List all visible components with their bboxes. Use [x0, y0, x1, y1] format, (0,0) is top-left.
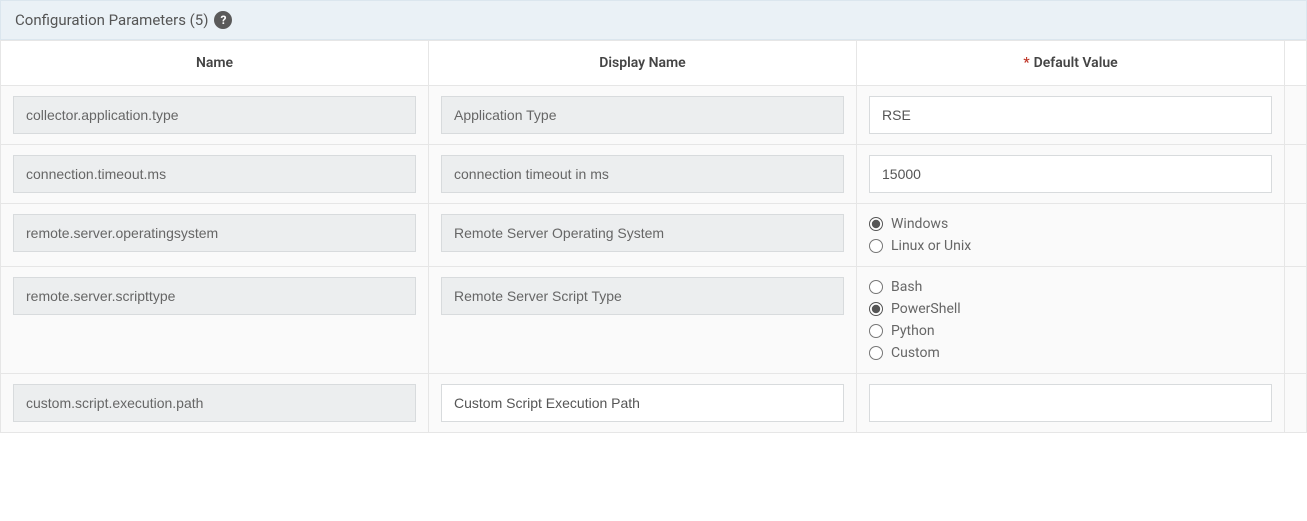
panel-header: Configuration Parameters (5) ?	[0, 0, 1307, 40]
radio-input[interactable]	[869, 239, 883, 253]
param-default-value-input[interactable]	[869, 155, 1272, 193]
radio-option[interactable]: Windows	[869, 216, 1272, 232]
param-display-name-input	[441, 96, 844, 134]
radio-label: Bash	[891, 279, 922, 295]
param-default-value-input[interactable]	[869, 384, 1272, 422]
cell-action	[1285, 86, 1307, 145]
param-name-input	[13, 155, 416, 193]
table-row: Bash PowerShell Python Custom	[1, 267, 1307, 374]
param-name-input	[13, 96, 416, 134]
table-row: Windows Linux or Unix	[1, 204, 1307, 267]
cell-name	[1, 267, 429, 374]
cell-name	[1, 145, 429, 204]
cell-name	[1, 374, 429, 433]
column-header-display-name: Display Name	[429, 41, 857, 86]
radio-option[interactable]: Custom	[869, 345, 1272, 361]
column-header-default-value: * Default Value	[857, 41, 1285, 86]
param-name-input	[13, 214, 416, 252]
table-row	[1, 374, 1307, 433]
radio-label: Windows	[891, 216, 948, 232]
param-default-value-radio-group: Bash PowerShell Python Custom	[869, 277, 1272, 363]
param-display-name-input	[441, 214, 844, 252]
param-display-name-input	[441, 155, 844, 193]
column-header-action	[1285, 41, 1307, 86]
cell-name	[1, 86, 429, 145]
radio-input[interactable]	[869, 217, 883, 231]
panel-title: Configuration Parameters (5)	[15, 11, 208, 29]
radio-input[interactable]	[869, 346, 883, 360]
cell-default-value	[857, 374, 1285, 433]
required-asterisk: *	[1023, 55, 1029, 71]
column-header-default-value-text: Default Value	[1034, 55, 1118, 71]
param-name-input	[13, 384, 416, 422]
table-row	[1, 86, 1307, 145]
cell-default-value: Windows Linux or Unix	[857, 204, 1285, 267]
radio-label: Linux or Unix	[891, 238, 971, 254]
param-display-name-input[interactable]	[441, 384, 844, 422]
cell-action	[1285, 145, 1307, 204]
radio-option[interactable]: PowerShell	[869, 301, 1272, 317]
radio-option[interactable]: Bash	[869, 279, 1272, 295]
cell-default-value	[857, 86, 1285, 145]
radio-option[interactable]: Linux or Unix	[869, 238, 1272, 254]
column-header-name: Name	[1, 41, 429, 86]
radio-label: Custom	[891, 345, 940, 361]
cell-display-name	[429, 267, 857, 374]
radio-option[interactable]: Python	[869, 323, 1272, 339]
cell-default-value	[857, 145, 1285, 204]
radio-label: Python	[891, 323, 935, 339]
config-parameters-table: Name Display Name * Default Value Windows…	[0, 40, 1307, 433]
cell-action	[1285, 374, 1307, 433]
radio-input[interactable]	[869, 324, 883, 338]
param-display-name-input	[441, 277, 844, 315]
param-default-value-radio-group: Windows Linux or Unix	[869, 214, 1272, 256]
cell-display-name	[429, 374, 857, 433]
cell-action	[1285, 267, 1307, 374]
radio-label: PowerShell	[891, 301, 961, 317]
cell-default-value: Bash PowerShell Python Custom	[857, 267, 1285, 374]
cell-action	[1285, 204, 1307, 267]
cell-display-name	[429, 145, 857, 204]
param-default-value-input[interactable]	[869, 96, 1272, 134]
help-icon[interactable]: ?	[214, 11, 232, 29]
radio-input[interactable]	[869, 280, 883, 294]
cell-name	[1, 204, 429, 267]
cell-display-name	[429, 86, 857, 145]
radio-input[interactable]	[869, 302, 883, 316]
table-row	[1, 145, 1307, 204]
cell-display-name	[429, 204, 857, 267]
param-name-input	[13, 277, 416, 315]
